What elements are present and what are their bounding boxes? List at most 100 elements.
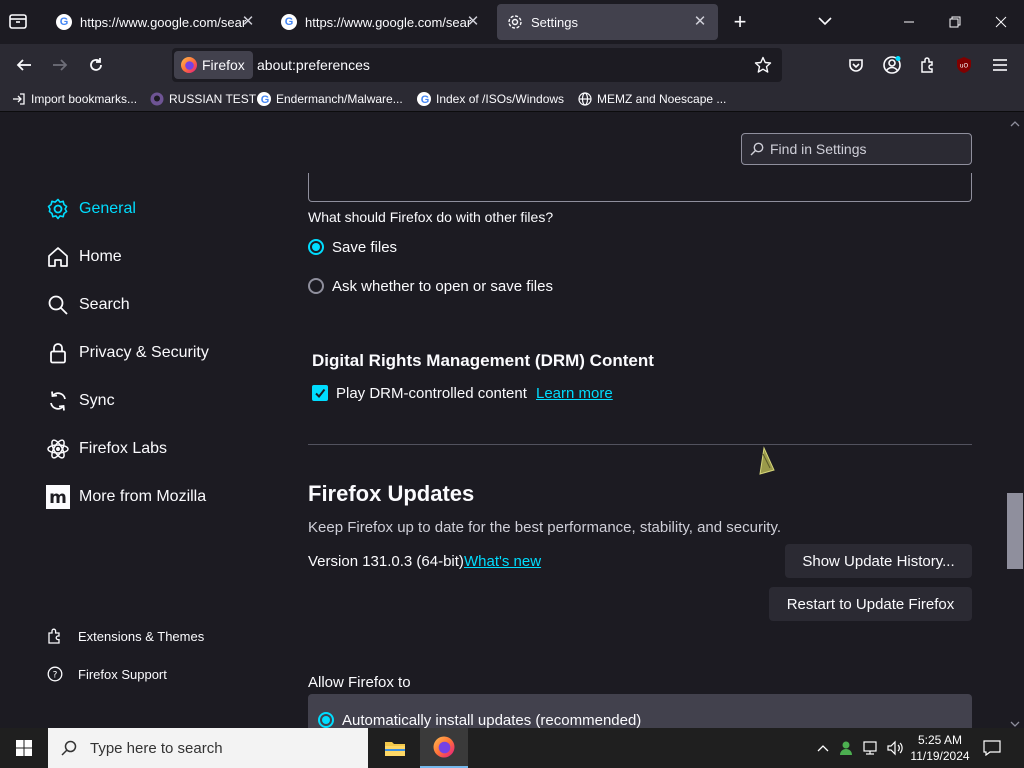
bookmark-label: Endermanch/Malware... <box>276 92 403 106</box>
bookmark-label: MEMZ and Noescape ... <box>597 92 727 106</box>
chevron-up-icon[interactable] <box>814 728 832 768</box>
bookmark-memz[interactable]: MEMZ and Noescape ... <box>578 90 726 108</box>
category-label: Home <box>79 248 122 265</box>
allow-firefox-label: Allow Firefox to <box>308 674 411 691</box>
save-files-radio[interactable] <box>308 239 324 255</box>
back-icon[interactable] <box>8 49 40 81</box>
auto-install-radio[interactable] <box>318 712 334 728</box>
other-files-question: What should Firefox do with other files? <box>308 209 554 225</box>
close-window-icon[interactable] <box>978 0 1024 44</box>
svg-text:uO: uO <box>960 63 969 70</box>
category-general[interactable]: General <box>46 194 136 224</box>
tab-settings[interactable]: Settings ✕ <box>497 4 718 40</box>
tab-title: https://www.google.com/search <box>305 14 471 30</box>
menu-icon[interactable] <box>984 49 1016 81</box>
firefox-support-link[interactable]: ? Firefox Support <box>46 662 167 686</box>
firefox-logo-icon <box>180 56 198 74</box>
file-explorer-icon[interactable] <box>372 728 418 768</box>
minimize-icon[interactable] <box>886 0 932 44</box>
subcat-label: Extensions & Themes <box>78 628 205 644</box>
ask-open-save-radio[interactable] <box>308 278 324 294</box>
show-update-history-button[interactable]: Show Update History... <box>785 544 972 578</box>
tab-google-search-2[interactable]: https://www.google.com/search ✕ <box>271 4 491 40</box>
scroll-down-icon[interactable] <box>1010 715 1020 727</box>
category-sync[interactable]: Sync <box>46 386 115 416</box>
lock-icon <box>46 341 70 365</box>
help-icon: ? <box>46 665 64 683</box>
busy-cursor-icon <box>756 446 776 476</box>
category-firefox-labs[interactable]: Firefox Labs <box>46 434 167 464</box>
close-icon[interactable]: ✕ <box>240 14 256 30</box>
category-more-from-mozilla[interactable]: m More from Mozilla <box>46 482 206 512</box>
bookmark-label: RUSSIAN TEST <box>169 92 257 106</box>
google-icon <box>281 14 297 30</box>
notification-icon[interactable] <box>978 728 1006 768</box>
new-tab-icon[interactable]: + <box>728 10 752 34</box>
find-in-settings-input[interactable]: Find in Settings <box>741 133 972 165</box>
gear-icon <box>507 14 523 30</box>
restart-to-update-button[interactable]: Restart to Update Firefox <box>769 587 972 621</box>
extensions-themes-link[interactable]: Extensions & Themes <box>46 624 204 648</box>
url-text[interactable]: about:preferences <box>257 57 370 73</box>
clock[interactable]: 5:25 AM 11/19/2024 <box>906 728 974 768</box>
account-icon[interactable] <box>876 49 908 81</box>
taskbar-search-box[interactable]: Type here to search <box>48 728 368 768</box>
sync-icon <box>46 389 70 413</box>
bookmarks-toolbar: Import bookmarks... RUSSIAN TEST Enderma… <box>0 86 1024 112</box>
scrollbar-track[interactable] <box>1006 113 1024 728</box>
firefox-taskbar-icon[interactable] <box>420 728 468 768</box>
version-text: Version 131.0.3 (64-bit) <box>308 553 464 570</box>
bookmark-endermanch[interactable]: Endermanch/Malware... <box>257 90 403 108</box>
drm-checkbox-label[interactable]: Play DRM-controlled content <box>336 385 527 402</box>
preferences-page: Find in Settings General Home Search Pri… <box>0 113 1024 728</box>
save-files-label[interactable]: Save files <box>332 239 397 256</box>
import-icon <box>12 92 26 106</box>
bookmark-label: Index of /ISOs/Windows <box>436 92 565 106</box>
category-privacy-security[interactable]: Privacy & Security <box>46 338 209 368</box>
tab-google-search-1[interactable]: https://www.google.com/search ✕ <box>46 4 266 40</box>
scrollbar-thumb[interactable] <box>1007 493 1023 569</box>
google-icon <box>56 14 72 30</box>
search-icon <box>60 739 78 757</box>
navigation-toolbar: Firefox about:preferences uO <box>0 44 1024 86</box>
ublock-icon[interactable]: uO <box>948 49 980 81</box>
tab-title: Settings <box>531 14 578 30</box>
pocket-icon[interactable] <box>840 49 872 81</box>
auto-install-label[interactable]: Automatically install updates (recommend… <box>342 712 641 728</box>
chevron-down-icon[interactable] <box>816 12 836 32</box>
volume-icon[interactable] <box>884 728 906 768</box>
url-bar[interactable]: Firefox about:preferences <box>172 48 782 82</box>
bookmark-russian-test[interactable]: RUSSIAN TEST <box>150 90 256 108</box>
identity-box[interactable]: Firefox <box>174 51 253 79</box>
drm-learn-more-link[interactable]: Learn more <box>536 385 613 402</box>
forward-icon[interactable] <box>44 49 76 81</box>
user-tray-icon[interactable] <box>836 728 856 768</box>
previous-list-box <box>308 173 972 202</box>
google-icon <box>417 92 433 108</box>
clock-date: 11/19/2024 <box>910 749 970 763</box>
google-icon <box>257 92 273 108</box>
network-icon[interactable] <box>860 728 882 768</box>
close-icon[interactable]: ✕ <box>692 14 708 30</box>
puzzle-icon <box>46 627 64 645</box>
whats-new-link[interactable]: What's new <box>464 553 541 570</box>
auto-install-option[interactable]: Automatically install updates (recommend… <box>308 694 972 728</box>
scroll-up-icon[interactable] <box>1010 115 1020 127</box>
close-icon[interactable]: ✕ <box>465 14 481 30</box>
restore-icon[interactable] <box>932 0 978 44</box>
drm-checkbox[interactable] <box>312 385 328 401</box>
category-home[interactable]: Home <box>46 242 122 272</box>
mozilla-icon: m <box>46 485 70 509</box>
tab-list-icon[interactable] <box>8 12 30 32</box>
category-label: Privacy & Security <box>79 344 209 361</box>
star-icon[interactable] <box>754 56 772 74</box>
bookmark-isos-windows[interactable]: Index of /ISOs/Windows <box>417 90 564 108</box>
gear-icon <box>46 197 70 221</box>
category-search[interactable]: Search <box>46 290 130 320</box>
ask-open-save-label[interactable]: Ask whether to open or save files <box>332 278 553 295</box>
windows-start-icon[interactable] <box>0 728 48 768</box>
reload-icon[interactable] <box>80 49 112 81</box>
bookmark-import[interactable]: Import bookmarks... <box>12 90 137 108</box>
extensions-icon[interactable] <box>912 49 944 81</box>
section-divider <box>308 444 972 445</box>
